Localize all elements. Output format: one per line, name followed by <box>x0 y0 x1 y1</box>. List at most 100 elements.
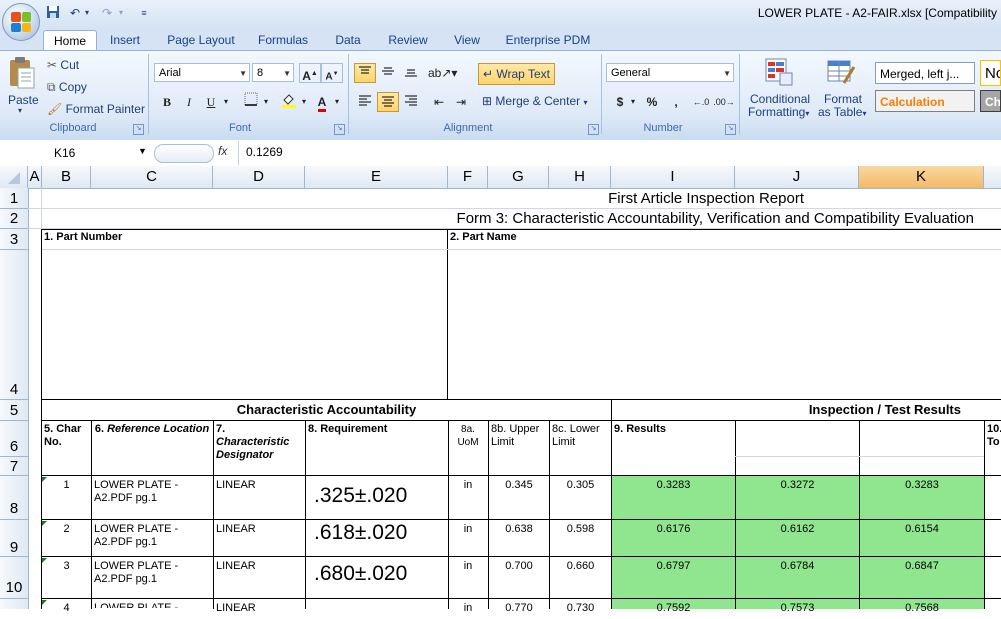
row-header-1[interactable]: 1 <box>0 188 28 209</box>
uom-cell[interactable]: in <box>449 523 487 536</box>
font-launcher-icon[interactable]: ↘ <box>334 124 345 135</box>
result-cell-1[interactable]: 0.6797 <box>612 560 735 573</box>
column-header-f[interactable]: F <box>448 166 488 188</box>
format-as-table-button[interactable]: as Table▾ <box>818 105 867 119</box>
font-color-dropdown-icon[interactable]: ▾ <box>331 92 343 112</box>
fill-color-dropdown-icon[interactable]: ▾ <box>298 92 310 112</box>
characteristic-designator-cell[interactable]: LINEAR <box>216 479 304 492</box>
paste-icon[interactable] <box>6 56 38 90</box>
paste-dropdown-icon[interactable]: ▾ <box>18 106 22 115</box>
part-name-value[interactable] <box>448 250 1001 399</box>
redo-dropdown-icon[interactable]: ▾ <box>116 5 126 21</box>
tab-review[interactable]: Review <box>382 30 434 50</box>
shrink-font-icon[interactable]: A▼ <box>321 63 343 83</box>
clipboard-launcher-icon[interactable]: ↘ <box>133 124 144 135</box>
merge-center-button[interactable]: ⊞ Merge & Center ▾ <box>482 94 587 108</box>
increase-indent-icon[interactable]: ⇥ <box>450 92 472 112</box>
column-header-h[interactable]: H <box>549 166 611 188</box>
cut-button[interactable]: ✂ Cut <box>47 58 79 72</box>
result-cell-1[interactable]: 0.3283 <box>612 479 735 492</box>
tab-insert[interactable]: Insert <box>101 30 149 50</box>
row-header-2[interactable]: 2 <box>0 209 28 229</box>
copy-button[interactable]: ⧉ Copy <box>47 80 87 95</box>
tab-view[interactable]: View <box>446 30 488 50</box>
italic-icon[interactable]: I <box>178 92 200 112</box>
result-cell-3[interactable]: 0.3283 <box>860 479 984 492</box>
column-header-i[interactable]: I <box>611 166 735 188</box>
font-size-combo[interactable]: 8 ▼ <box>252 63 294 82</box>
reference-location-cell[interactable]: LOWER PLATE - A2.PDF pg.1 <box>94 560 211 598</box>
fill-color-icon[interactable] <box>278 92 300 112</box>
result-cell-2[interactable]: 0.6784 <box>736 560 859 573</box>
format-as-table-icon[interactable] <box>826 57 856 87</box>
decrease-indent-icon[interactable]: ⇤ <box>428 92 450 112</box>
result-cell-2[interactable]: 0.3272 <box>736 479 859 492</box>
formula-bar-splitter[interactable] <box>154 144 214 163</box>
result-cell-3[interactable]: 0.6154 <box>860 523 984 536</box>
borders-dropdown-icon[interactable]: ▾ <box>260 92 272 112</box>
conditional-formatting-button[interactable]: Formatting▾ <box>748 105 809 119</box>
uom-cell[interactable]: in <box>449 560 487 573</box>
borders-icon[interactable] <box>240 92 262 112</box>
font-color-icon[interactable]: A <box>311 92 333 112</box>
customize-quick-access-icon[interactable]: ≡ <box>138 5 150 21</box>
column-header-next[interactable] <box>984 166 1001 188</box>
number-launcher-icon[interactable]: ↘ <box>725 124 736 135</box>
requirement-cell[interactable]: .618±.020 <box>314 521 447 545</box>
undo-dropdown-icon[interactable]: ▾ <box>82 5 92 21</box>
column-header-d[interactable]: D <box>213 166 305 188</box>
name-box-dropdown-icon[interactable]: ▼ <box>138 146 147 156</box>
lower-limit-cell[interactable]: 0.598 <box>550 523 611 536</box>
redo-icon[interactable]: ↷ <box>98 5 116 21</box>
row-header-6[interactable]: 6 <box>0 421 28 457</box>
font-name-combo[interactable]: Arial ▼ <box>154 63 250 82</box>
cell-style-merged[interactable]: Merged, left j... <box>875 62 975 84</box>
orientation-icon[interactable]: ab↗▾ <box>428 63 457 83</box>
decrease-decimal-icon[interactable]: .00→ <box>713 92 735 112</box>
column-header-e[interactable]: E <box>305 166 448 188</box>
row-header-3[interactable]: 3 <box>0 229 28 250</box>
row-header-4[interactable]: 4 <box>0 250 28 400</box>
grow-font-icon[interactable]: A▲ <box>299 63 321 83</box>
formula-input[interactable]: 0.1269 <box>246 145 283 159</box>
align-right-icon[interactable] <box>400 92 422 112</box>
select-all-corner[interactable] <box>0 166 28 188</box>
row-header-7[interactable]: 7 <box>0 457 28 476</box>
reference-location-cell[interactable]: LOWER PLATE - A2.PDF pg.1 <box>94 479 211 519</box>
save-icon[interactable] <box>44 5 62 21</box>
underline-icon[interactable]: U <box>200 92 222 112</box>
comma-style-icon[interactable]: , <box>665 92 687 112</box>
column-header-k[interactable]: K <box>859 166 984 188</box>
align-bottom-icon[interactable] <box>400 63 422 83</box>
column-header-g[interactable]: G <box>488 166 549 188</box>
char-number-cell[interactable]: 3 <box>42 560 91 573</box>
underline-dropdown-icon[interactable]: ▾ <box>220 92 232 112</box>
align-top-icon[interactable] <box>354 63 376 83</box>
align-center-icon[interactable] <box>377 92 399 112</box>
characteristic-designator-cell[interactable]: LINEAR <box>216 523 304 536</box>
row-header-9[interactable]: 9 <box>0 520 28 557</box>
tab-enterprise-pdm[interactable]: Enterprise PDM <box>500 30 596 50</box>
reference-location-cell[interactable]: LOWER PLATE - <box>94 602 211 608</box>
column-header-j[interactable]: J <box>735 166 859 188</box>
format-as-table-label-1[interactable]: Format <box>824 92 862 106</box>
tab-page-layout[interactable]: Page Layout <box>162 30 240 50</box>
upper-limit-cell[interactable]: 0.700 <box>489 560 549 573</box>
char-number-cell[interactable]: 2 <box>42 523 91 536</box>
requirement-cell[interactable]: .680±.020 <box>314 562 447 586</box>
office-button[interactable] <box>2 3 40 41</box>
row-header-11[interactable] <box>0 599 28 609</box>
lower-limit-cell[interactable]: 0.305 <box>550 479 611 492</box>
row-header-8[interactable]: 8 <box>0 476 28 520</box>
result-cell-2[interactable]: 0.6162 <box>736 523 859 536</box>
number-format-combo[interactable]: General ▼ <box>606 63 734 82</box>
reference-location-cell[interactable]: LOWER PLATE - A2.PDF pg.1 <box>94 523 211 556</box>
cell-style-calculation[interactable]: Calculation <box>875 90 975 112</box>
currency-dropdown-icon[interactable]: ▾ <box>627 92 639 112</box>
upper-limit-cell[interactable]: 0.345 <box>489 479 549 492</box>
row-header-5[interactable]: 5 <box>0 400 28 421</box>
column-header-a[interactable]: A <box>28 166 42 188</box>
wrap-text-button[interactable]: ↵ Wrap Text <box>478 63 555 85</box>
tab-home[interactable]: Home <box>43 30 97 51</box>
align-left-icon[interactable] <box>354 92 376 112</box>
